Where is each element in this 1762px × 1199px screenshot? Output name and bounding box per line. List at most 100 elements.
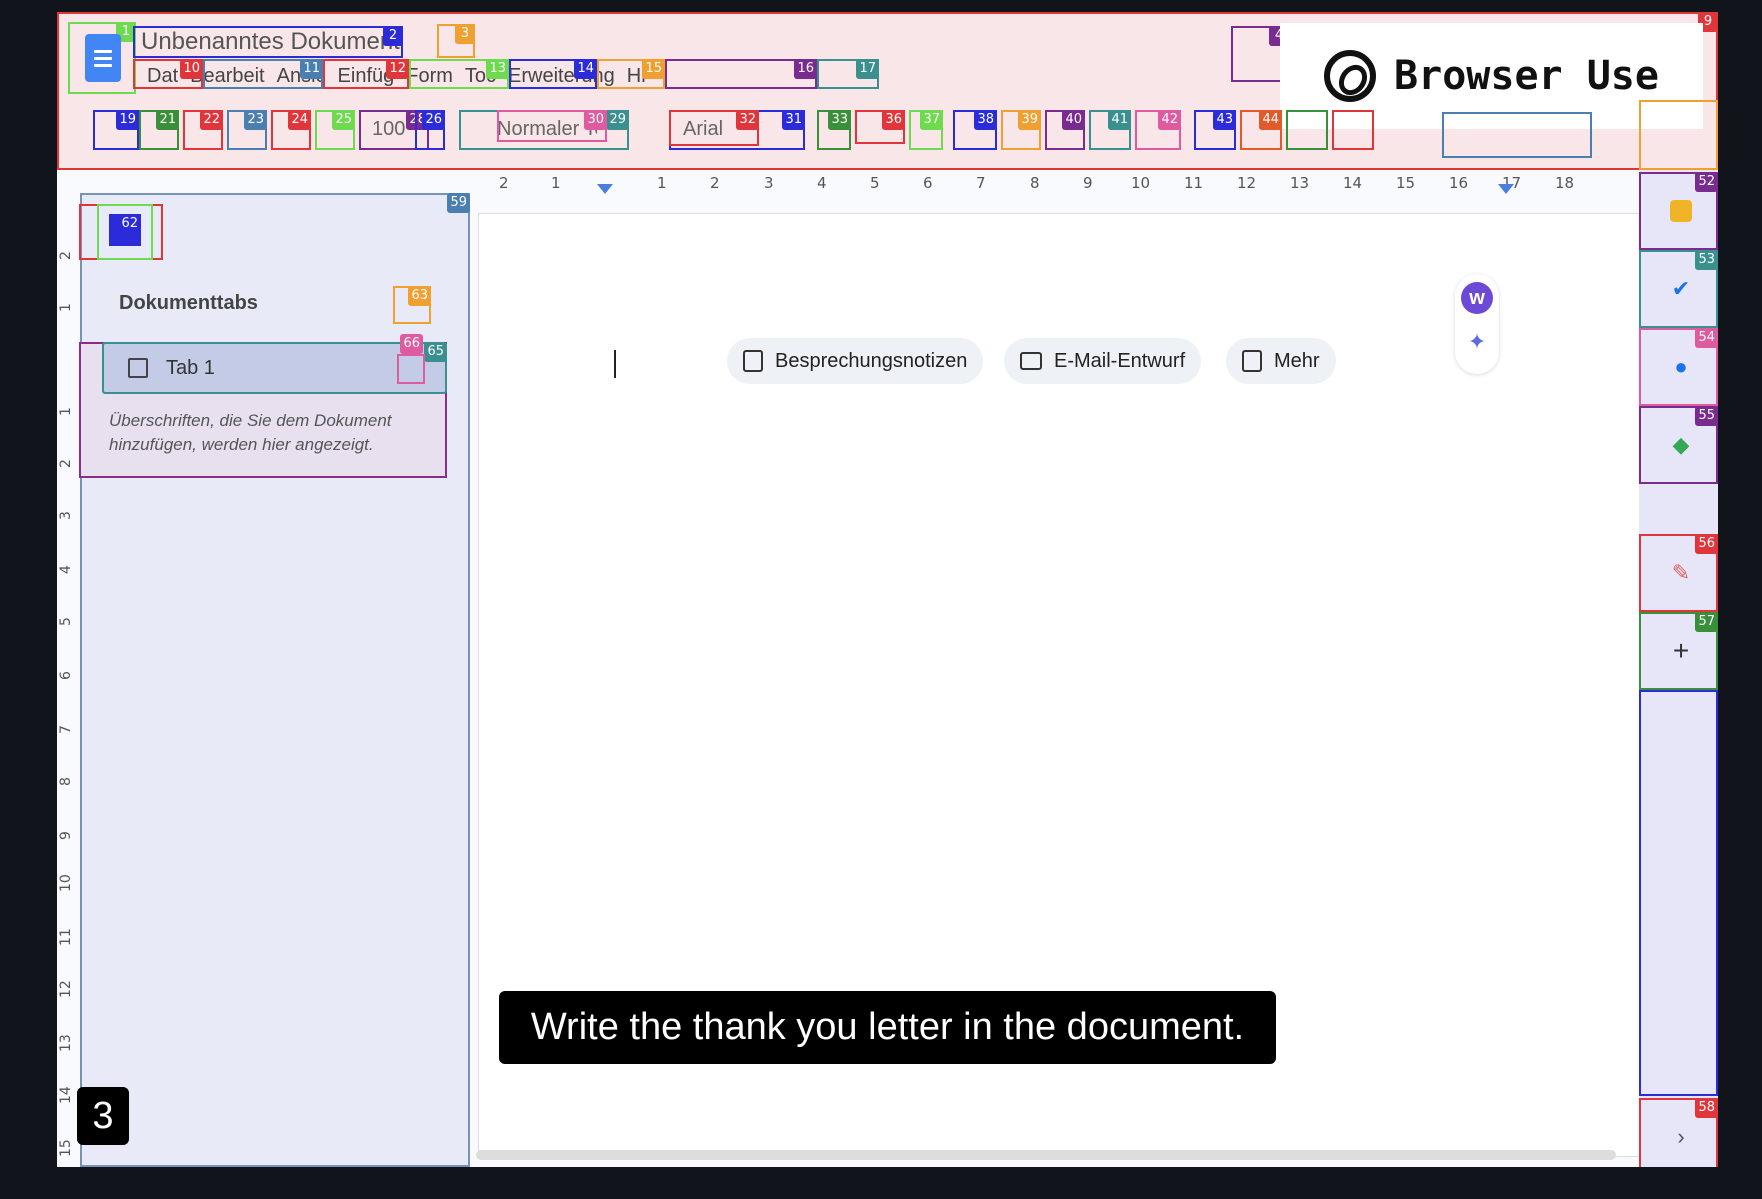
assistant-floating-panel: w ✦ (1455, 274, 1499, 374)
chip-email-draft[interactable]: E-Mail-Entwurf (1004, 338, 1202, 384)
chip-meeting-notes[interactable]: Besprechungsnotizen (727, 338, 984, 384)
menu-item-hilfe[interactable]: Hi (621, 62, 652, 90)
menu-item-erweiterungen[interactable]: Erweiterung (502, 62, 621, 90)
ruler-number: 7 (58, 725, 74, 734)
step-counter: 3 (77, 1087, 129, 1145)
ruler-number: 11 (58, 928, 74, 946)
horizontal-ruler: 2 1 1 2 3 4 5 6 7 8 9 10 11 12 13 14 15 … (475, 174, 1655, 202)
overlay-label: 56 (1695, 534, 1718, 554)
ruler-number: 8 (58, 777, 74, 786)
ruler-number: 16 (1449, 174, 1469, 192)
vertical-ruler: 2 1 1 2 3 4 5 6 7 8 9 10 11 12 13 14 15 (57, 202, 79, 1167)
chip-label: E-Mail-Entwurf (1054, 349, 1186, 372)
ruler-number: 15 (1396, 174, 1416, 192)
text-cursor (614, 350, 616, 378)
ruler-number: 9 (58, 831, 74, 840)
document-title[interactable]: Unbenanntes Dokument (141, 28, 400, 56)
overlay-label: 65 (424, 342, 447, 362)
menu-item-datei[interactable]: Dat (141, 62, 184, 90)
maps-pin-icon: ◆ (1672, 432, 1690, 457)
font-value: Arial (683, 118, 724, 140)
plus-icon: + (1672, 635, 1690, 666)
side-extension-button[interactable]: ✎ 56 (1639, 534, 1718, 612)
ruler-number: 4 (817, 174, 827, 192)
ruler-number: 11 (1184, 174, 1204, 192)
ruler-number: 2 (710, 174, 720, 192)
menu-item-ansicht[interactable]: Ansic (271, 62, 332, 90)
side-contacts-button[interactable]: ● 54 (1639, 328, 1718, 406)
email-icon (1020, 352, 1042, 370)
ruler-number: 2 (499, 174, 509, 192)
extension-icon: ✎ (1671, 560, 1691, 585)
ruler-number: 10 (58, 874, 74, 892)
docs-logo-icon[interactable] (85, 34, 121, 82)
tab-item-label: Tab 1 (166, 357, 215, 379)
browser-viewport: 9 1 Unbenanntes Dokument 2 3 Dat Bearbei… (57, 12, 1718, 1167)
overlay-label: 58 (1695, 1098, 1718, 1118)
ruler-number: 1 (58, 303, 74, 312)
menu-bar: Dat Bearbeit Ansic Einfüg Form Toc Erwei… (141, 62, 652, 90)
ruler-number: 3 (58, 511, 74, 520)
side-add-addon-button[interactable]: + 57 (1639, 612, 1718, 690)
add-document-icon (1242, 350, 1262, 372)
chip-label: Besprechungsnotizen (775, 349, 968, 372)
chevron-right-icon: › (1677, 1124, 1685, 1149)
side-keep-button[interactable]: 52 (1639, 172, 1718, 250)
overlay-label: 54 (1695, 328, 1718, 348)
overlay-label: 57 (1695, 612, 1718, 632)
ruler-number: 5 (870, 174, 880, 192)
side-panel-expand-button[interactable]: › 58 (1639, 1098, 1718, 1167)
ruler-number: 2 (58, 251, 74, 260)
side-calendar-button[interactable] (1639, 100, 1718, 170)
ruler-number: 2 (58, 459, 74, 468)
ruler-number: 5 (58, 617, 74, 626)
side-maps-button[interactable]: ◆ 55 (1639, 406, 1718, 484)
ruler-number: 12 (1237, 174, 1257, 192)
tab-document-icon (128, 358, 148, 378)
ruler-number: 1 (657, 174, 667, 192)
style-value: Normaler Text (497, 118, 597, 140)
keep-icon (1670, 200, 1692, 222)
ruler-number: 8 (1030, 174, 1040, 192)
tab-item-tab-1[interactable]: Tab 1 65 (102, 342, 447, 394)
tasks-icon: ✔ (1671, 276, 1691, 301)
chip-label: Mehr (1274, 349, 1320, 372)
overlay-label: 59 (447, 193, 470, 213)
ruler-number: 1 (551, 174, 561, 192)
ruler-number: 14 (58, 1086, 74, 1104)
task-caption: Write the thank you letter in the docume… (499, 991, 1276, 1064)
right-indent-marker[interactable] (1498, 184, 1514, 194)
writer-assistant-icon[interactable]: w (1461, 282, 1493, 314)
overlay-label: 53 (1695, 250, 1718, 270)
ruler-number: 9 (1083, 174, 1093, 192)
ruler-number: 4 (58, 565, 74, 574)
menu-item-bearbeiten[interactable]: Bearbeit (184, 62, 271, 90)
ruler-number: 15 (58, 1139, 74, 1157)
ruler-number: 18 (1555, 174, 1575, 192)
overlay-label: 55 (1695, 406, 1718, 426)
ruler-number: 6 (923, 174, 933, 192)
ruler-number: 12 (58, 980, 74, 998)
contacts-icon: ● (1674, 354, 1688, 379)
side-tasks-button[interactable]: ✔ 53 (1639, 250, 1718, 328)
ruler-number: 3 (764, 174, 774, 192)
ruler-number: 13 (58, 1034, 74, 1052)
ruler-number: 6 (58, 671, 74, 680)
browser-use-logo-icon (1324, 50, 1377, 102)
menu-item-einfuegen[interactable]: Einfüg (332, 62, 401, 90)
left-indent-marker[interactable] (597, 184, 613, 194)
side-panel-empty-area (1639, 690, 1718, 1096)
ruler-number: 14 (1343, 174, 1363, 192)
overlay-label: 52 (1695, 172, 1718, 192)
ruler-number: 10 (1131, 174, 1151, 192)
menu-item-tools[interactable]: Toc (459, 62, 502, 90)
chip-more[interactable]: Mehr (1226, 338, 1336, 384)
horizontal-scrollbar[interactable] (476, 1150, 1616, 1160)
document-tabs-sidebar: 59 (80, 193, 470, 1167)
brand-name: Browser Use (1394, 53, 1659, 99)
sparkle-icon[interactable]: ✦ (1466, 331, 1488, 353)
ruler-number: 13 (1290, 174, 1310, 192)
tab-headings-hint: Überschriften, die Sie dem Dokument hinz… (109, 411, 392, 454)
zoom-value: 100 (372, 118, 406, 140)
menu-item-format[interactable]: Form (400, 62, 459, 90)
